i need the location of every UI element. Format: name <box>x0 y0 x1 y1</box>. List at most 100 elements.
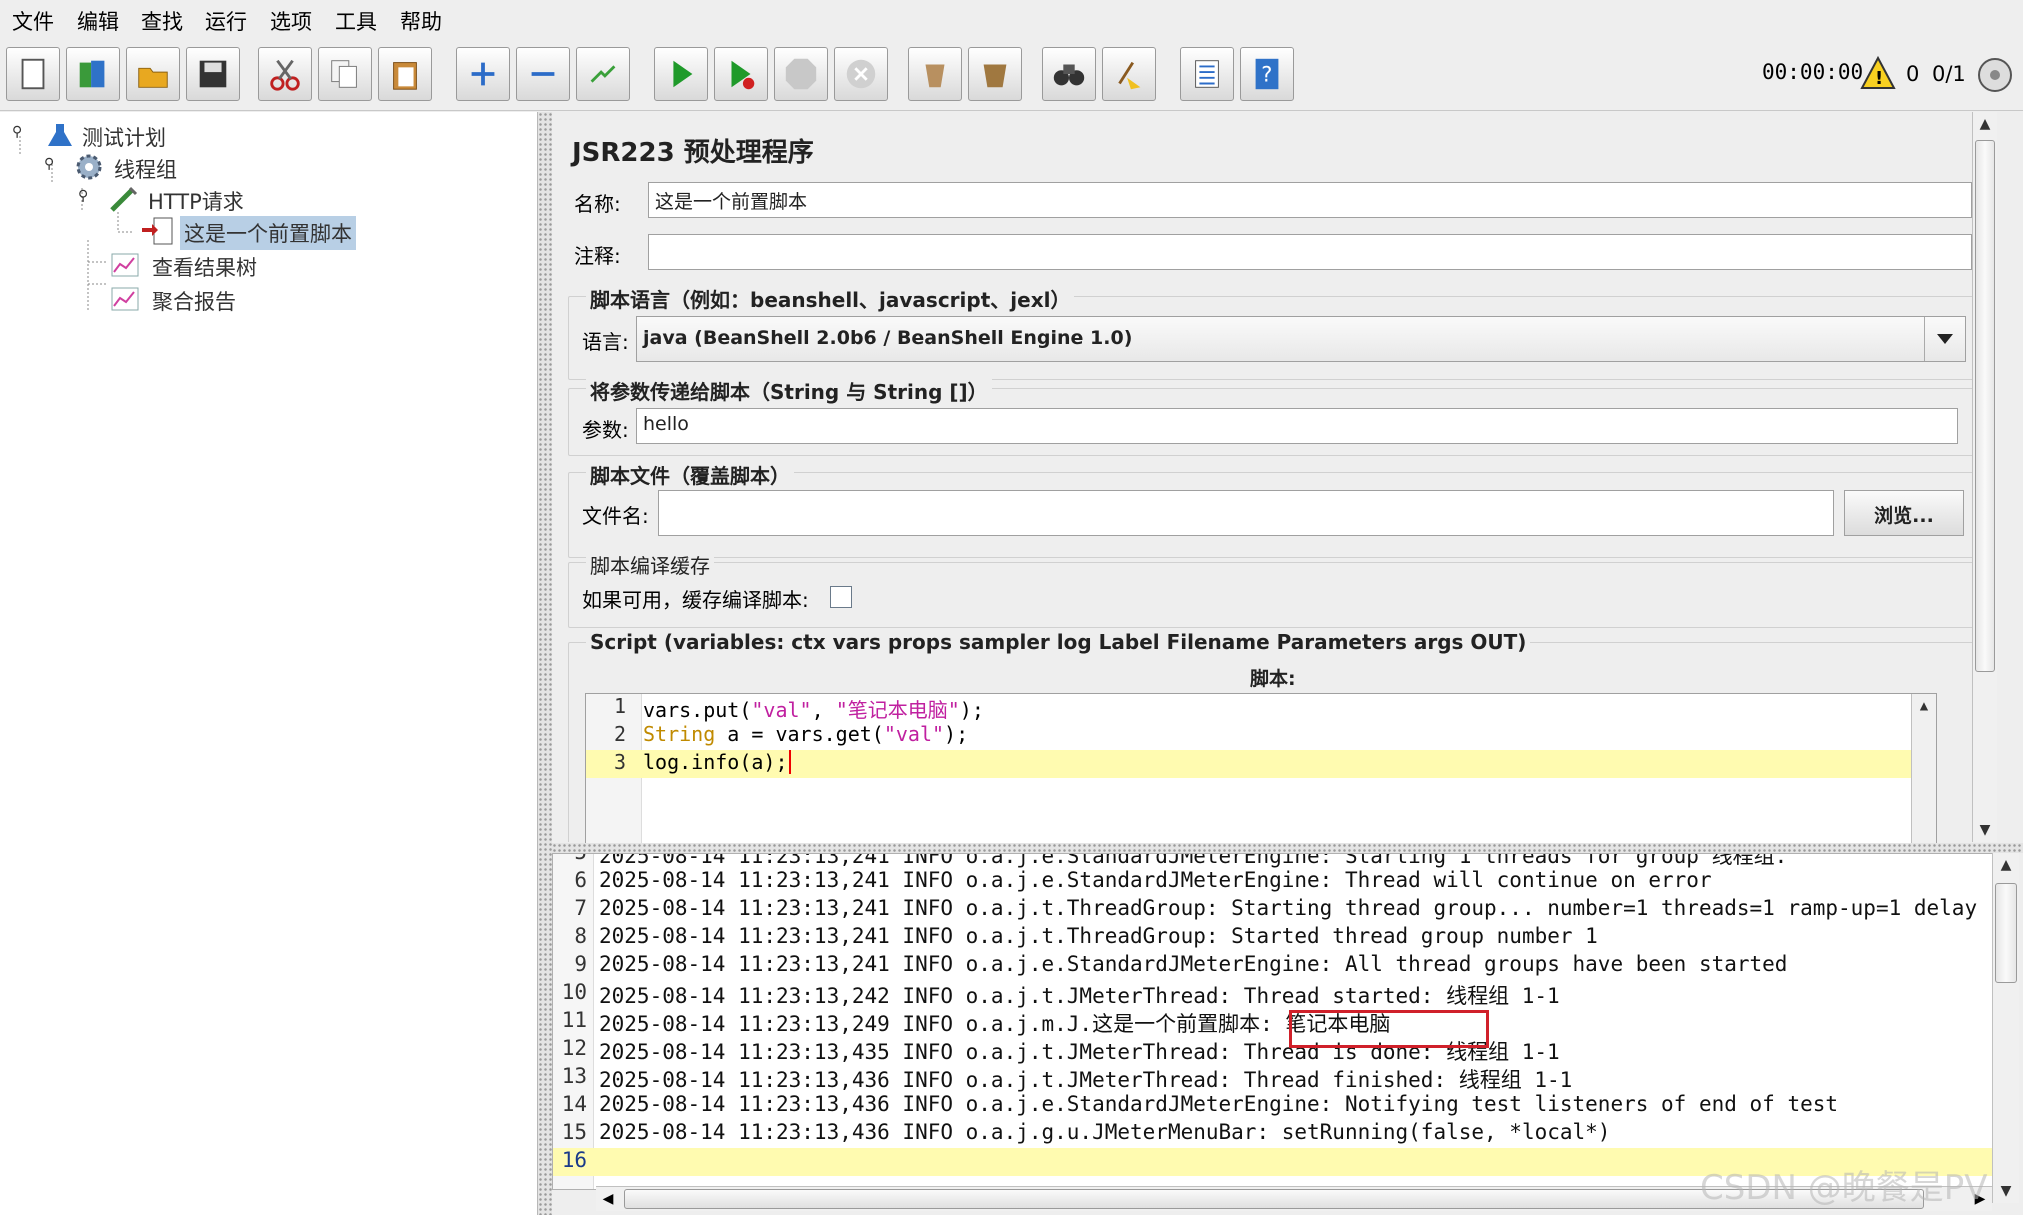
start-no-pauses-icon[interactable] <box>714 47 768 101</box>
log-line[interactable]: 52025-08-14 11:23:13,241 INFO o.a.j.e.St… <box>553 854 1993 868</box>
scroll-up-icon[interactable]: ▲ <box>1993 853 2019 877</box>
watermark: CSDN @晚餐是PV <box>1700 1168 1988 1208</box>
clear-all-icon[interactable] <box>968 47 1022 101</box>
tree-item-label: 查看结果树 <box>152 256 257 280</box>
filename-label: 文件名: <box>582 504 649 528</box>
log-line[interactable]: 9 2025-08-14 11:23:13,241 INFO o.a.j.e.St… <box>553 952 1993 980</box>
menu-options[interactable]: 选项 <box>270 6 312 36</box>
collapse-icon[interactable] <box>516 47 570 101</box>
menu-help[interactable]: 帮助 <box>400 6 442 36</box>
log-line[interactable]: 10 2025-08-14 11:23:13,242 INFO o.a.j.t.J… <box>553 980 1993 1008</box>
line-number: 7 <box>574 896 587 920</box>
tree-item-label: 测试计划 <box>82 126 166 150</box>
scroll-up-icon[interactable]: ▲ <box>1973 112 1997 136</box>
log-text: 2025-08-14 11:23:13,241 INFO o.a.j.t.Thr… <box>599 924 1598 948</box>
scroll-left-icon[interactable]: ◀ <box>596 1187 620 1211</box>
comment-field[interactable] <box>648 234 1972 270</box>
browse-button[interactable]: 浏览... <box>1844 490 1964 536</box>
svg-text:?: ? <box>1261 63 1272 87</box>
line-number: 3 <box>613 750 626 774</box>
tree-toggle-icon[interactable]: ⚲ <box>78 188 88 204</box>
scroll-down-icon[interactable]: ▼ <box>1993 1179 2019 1203</box>
log-text: 2025-08-14 11:23:13,436 INFO o.a.j.g.u.J… <box>599 1120 1611 1144</box>
line-number: 15 <box>561 1120 587 1144</box>
tree-toggle-icon[interactable]: ⚲ <box>12 124 22 140</box>
start-icon[interactable] <box>654 47 708 101</box>
copy-icon[interactable] <box>318 47 372 101</box>
cache-checkbox[interactable] <box>830 586 852 608</box>
log-line[interactable]: 12 2025-08-14 11:23:13,435 INFO o.a.j.t.J… <box>553 1036 1993 1064</box>
menu-tools[interactable]: 工具 <box>335 6 377 36</box>
open-icon[interactable] <box>126 47 180 101</box>
clear-icon[interactable] <box>908 47 962 101</box>
stop-icon[interactable] <box>774 47 828 101</box>
search-icon[interactable] <box>1042 47 1096 101</box>
language-select-value: java (BeanShell 2.0b6 / BeanShell Engine… <box>643 327 1133 349</box>
log-line[interactable]: 6 2025-08-14 11:23:13,241 INFO o.a.j.e.St… <box>553 868 1993 896</box>
code-line[interactable]: 2 String a = vars.get("val"); <box>586 722 1936 750</box>
tree-toggle-icon[interactable]: ⚲ <box>44 156 54 172</box>
language-select[interactable]: java (BeanShell 2.0b6 / BeanShell Engine… <box>636 316 1966 362</box>
gear-icon <box>76 154 102 180</box>
expand-icon[interactable] <box>456 47 510 101</box>
menu-file[interactable]: 文件 <box>12 6 54 36</box>
reset-search-icon[interactable] <box>1102 47 1156 101</box>
filename-field[interactable] <box>658 490 1834 536</box>
svg-text:!: ! <box>1875 68 1883 89</box>
name-field[interactable]: 这是一个前置脚本 <box>648 182 1972 218</box>
log-line[interactable]: 7 2025-08-14 11:23:13,241 INFO o.a.j.t.Th… <box>553 896 1993 924</box>
log-line[interactable]: 14 2025-08-14 11:23:13,436 INFO o.a.j.e.S… <box>553 1092 1993 1120</box>
listener-icon <box>111 287 139 311</box>
script-label: 脚本: <box>1250 668 1296 690</box>
script-section-title: Script (variables: ctx vars props sample… <box>586 630 1531 654</box>
line-number: 6 <box>574 868 587 892</box>
code-scrollbar[interactable]: ▲ <box>1911 694 1936 844</box>
parameters-section-title: 将参数传递给脚本（String 与 String []） <box>586 376 992 405</box>
menu-search[interactable]: 查找 <box>141 6 183 36</box>
scroll-down-icon[interactable]: ▼ <box>1973 818 1997 842</box>
help-icon[interactable]: ? <box>1240 47 1294 101</box>
log-text: 2025-08-14 11:23:13,436 INFO o.a.j.t.JMe… <box>599 1068 1573 1092</box>
log-text: 2025-08-14 11:23:13,241 INFO o.a.j.e.Sta… <box>599 952 1788 976</box>
code-line[interactable]: 1 vars.put("val", "笔记本电脑"); <box>586 694 1936 722</box>
code-line-current[interactable]: 3 log.info(a); <box>586 750 1936 778</box>
scrollbar-thumb[interactable] <box>1975 140 1995 672</box>
log-line[interactable]: 11 2025-08-14 11:23:13,249 INFO o.a.j.m.J… <box>553 1008 1993 1036</box>
menu-run[interactable]: 运行 <box>205 6 247 36</box>
horizontal-splitter[interactable] <box>552 843 2023 853</box>
scroll-up-icon[interactable]: ▲ <box>1912 694 1936 718</box>
new-icon[interactable] <box>6 47 60 101</box>
parameters-field[interactable]: hello <box>636 408 1958 444</box>
cut-icon[interactable] <box>258 47 312 101</box>
templates-icon[interactable] <box>66 47 120 101</box>
vertical-splitter[interactable] <box>538 112 552 1215</box>
log-viewer[interactable]: 5 2025-08-14 11:23:13,241 INFO o.a.j.e.St… <box>552 853 1994 1190</box>
save-icon[interactable] <box>186 47 240 101</box>
name-label: 名称: <box>574 192 621 216</box>
scrollbar-thumb[interactable] <box>1995 883 2017 983</box>
log-line[interactable]: 8 2025-08-14 11:23:13,241 INFO o.a.j.t.Th… <box>553 924 1993 952</box>
script-editor[interactable]: 1 vars.put("val", "笔记本电脑"); 2 String a =… <box>585 693 1937 845</box>
editor-scrollbar[interactable]: ▲ ▼ <box>1972 112 1997 842</box>
log-line[interactable]: 13 2025-08-14 11:23:13,436 INFO o.a.j.t.J… <box>553 1064 1993 1092</box>
thread-count: 0/1 <box>1932 62 1966 86</box>
warning-icon[interactable]: ! <box>1860 55 1896 95</box>
toggle-icon[interactable] <box>576 47 630 101</box>
line-number: 2 <box>613 722 626 746</box>
language-label: 语言: <box>582 330 629 354</box>
code-text: String a = vars.get("val"); <box>643 722 969 746</box>
shutdown-icon[interactable] <box>834 47 888 101</box>
warning-count: 0 <box>1906 62 1920 86</box>
log-line[interactable]: 15 2025-08-14 11:23:13,436 INFO o.a.j.g.u… <box>553 1120 1993 1148</box>
cache-label: 如果可用，缓存编译脚本: <box>582 588 809 612</box>
chevron-down-icon[interactable] <box>1924 317 1965 361</box>
script-file-section-title: 脚本文件（覆盖脚本） <box>586 460 794 489</box>
menu-edit[interactable]: 编辑 <box>77 6 119 36</box>
comment-label: 注释: <box>574 244 621 268</box>
cache-section-title: 脚本编译缓存 <box>586 550 714 579</box>
log-vertical-scrollbar[interactable]: ▲ ▼ <box>1992 853 2019 1203</box>
function-helper-icon[interactable] <box>1180 47 1234 101</box>
paste-icon[interactable] <box>378 47 432 101</box>
status-timer: 00:00:00 <box>1762 60 1864 84</box>
language-section-title: 脚本语言（例如：beanshell、javascript、jexl） <box>586 284 1075 313</box>
